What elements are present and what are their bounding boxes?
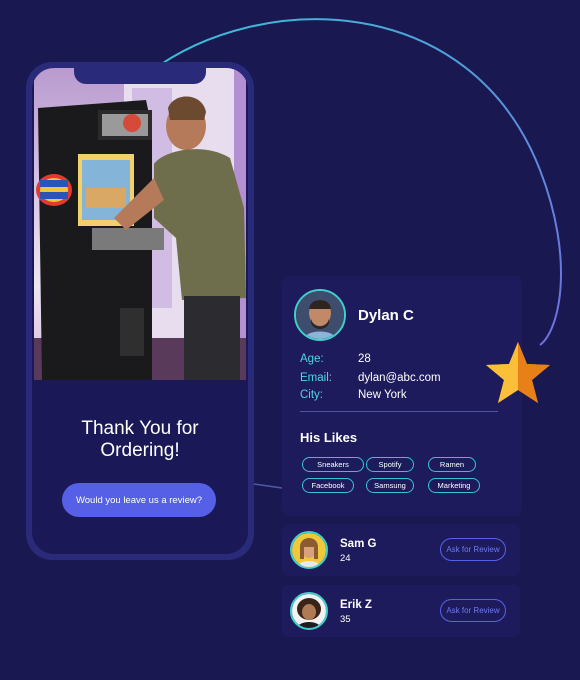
phone-mockup: Thank You for Ordering! Would you leave …: [26, 62, 254, 560]
reviewer-age: 24: [340, 553, 351, 564]
list-item: Sam G 24 Ask for Review: [282, 524, 520, 576]
age-value: 28: [358, 353, 371, 365]
email-value: dylan@abc.com: [358, 372, 441, 384]
ask-for-review-button[interactable]: Ask for Review: [440, 538, 506, 561]
hero-image: [34, 68, 246, 380]
like-tag: Facebook: [302, 478, 354, 493]
phone-screen: Thank You for Ordering! Would you leave …: [32, 68, 248, 554]
ask-for-review-button[interactable]: Ask for Review: [440, 599, 506, 622]
star-icon: [486, 342, 550, 403]
thank-you-title: Thank You for Ordering!: [81, 418, 199, 461]
like-tag: Sneakers: [302, 457, 364, 472]
profile-avatar-image: [296, 291, 344, 339]
city-label: City:: [300, 389, 323, 401]
leave-review-button[interactable]: Would you leave us a review?: [62, 483, 216, 517]
avatar: [290, 531, 328, 569]
reviewer-age: 35: [340, 614, 351, 625]
reviewer-name: Sam G: [340, 538, 377, 550]
city-value: New York: [358, 389, 407, 401]
profile-name: Dylan C: [358, 307, 414, 324]
like-tag: Ramen: [428, 457, 476, 472]
like-tag: Spotify: [366, 457, 414, 472]
likes-title: His Likes: [300, 430, 358, 445]
phone-notch: [74, 68, 206, 84]
arcade-player-photo: [34, 68, 246, 380]
erik-avatar-image: [292, 594, 326, 628]
email-label: Email:: [300, 372, 332, 384]
avatar: [294, 289, 346, 341]
divider: [300, 411, 498, 412]
list-item: Erik Z 35 Ask for Review: [282, 585, 520, 637]
sam-avatar-image: [292, 533, 326, 567]
age-label: Age:: [300, 353, 324, 365]
avatar: [290, 592, 328, 630]
reviewer-name: Erik Z: [340, 599, 372, 611]
like-tag: Marketing: [428, 478, 480, 493]
like-tag: Samsung: [366, 478, 414, 493]
